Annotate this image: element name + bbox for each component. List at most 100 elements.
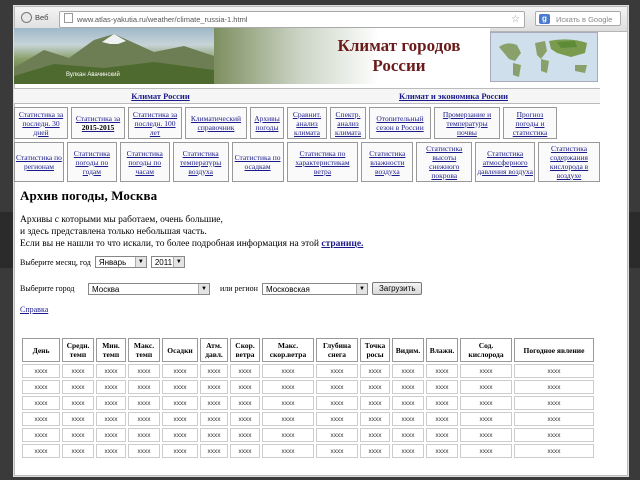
table-cell: xxxx	[162, 380, 198, 394]
column-header: Влажн.	[426, 338, 458, 362]
nav-btn-stat-6[interactable]: Статистика влажности воздуха	[361, 142, 414, 182]
column-header: Макс. темп	[128, 338, 160, 362]
search-box[interactable]: g Искать в Google	[535, 11, 621, 26]
table-cell: xxxx	[162, 412, 198, 426]
tab-climate-economy[interactable]: Климат и экономика России	[307, 89, 600, 103]
nav-btn-top-3[interactable]: Климатический справочник	[185, 107, 247, 139]
table-row: xxxx xxxx xxxx xxxx xxxx xxxx xxxx xxxx xxxx xxxx…	[22, 412, 594, 426]
nav-btn-top-label: Отопительный сезон в России	[376, 114, 424, 132]
table-cell: xxxx	[128, 364, 160, 378]
tab-climate-russia[interactable]: Климат России	[14, 89, 307, 103]
table-cell: xxxx	[162, 364, 198, 378]
nav-btn-top-4[interactable]: Архивы погоды	[250, 107, 284, 139]
table-cell: xxxx	[392, 364, 424, 378]
nav-btn-top-9[interactable]: Прогноз погоды и статистика	[503, 107, 557, 139]
nav-btn-stat-3[interactable]: Статистика температуры воздуха	[172, 142, 229, 182]
nav-btn-top-2[interactable]: Статистика за последн. 100 лет	[128, 107, 182, 139]
table-header-row: День Средн. темп Мин. темп Макс. темп Осадки…	[22, 338, 594, 362]
table-cell: xxxx	[96, 444, 126, 458]
table-cell: xxxx	[96, 412, 126, 426]
help-link[interactable]: Справка	[20, 305, 600, 314]
site-title: Климат городов России	[314, 36, 484, 76]
table-cell: xxxx	[316, 444, 358, 458]
table-cell: xxxx	[360, 444, 390, 458]
table-cell: xxxx	[230, 396, 260, 410]
table-cell: xxxx	[392, 428, 424, 442]
nav-btn-top-label: Статистика за последн. 30 дней	[18, 109, 64, 137]
nav-btn-top-label: Климатический справочник	[190, 114, 242, 132]
table-cell: xxxx	[200, 380, 228, 394]
nav-btn-top-1[interactable]: Статистика за 2015-2015	[71, 107, 125, 139]
table-cell: xxxx	[460, 444, 512, 458]
address-bar[interactable]: www.atlas-yakutia.ru/weather/climate_rus…	[59, 11, 525, 28]
nav-btn-top-5[interactable]: Сравнит. анализ климата	[287, 107, 327, 139]
nav-btn-stat-1[interactable]: Статистика погоды по годам	[66, 142, 117, 182]
nav-btn-stat-label: Статистика погоды по годам	[73, 148, 110, 176]
table-cell: xxxx	[426, 396, 458, 410]
year-value: 2011	[154, 258, 173, 267]
table-cell: xxxx	[22, 364, 60, 378]
google-icon: g	[539, 14, 550, 24]
table-cell: xxxx	[200, 428, 228, 442]
nav-btn-stat-4[interactable]: Статистика по осадкам	[231, 142, 284, 182]
table-cell: xxxx	[360, 396, 390, 410]
nav-btn-top-7[interactable]: Отопительный сезон в России	[369, 107, 431, 139]
table-cell: xxxx	[316, 364, 358, 378]
nav-btn-top-8[interactable]: Промерзание и температуры почвы	[434, 107, 500, 139]
table-cell: xxxx	[62, 380, 94, 394]
nav-btn-top-label: Архивы погоды	[254, 114, 280, 132]
table-cell: xxxx	[426, 380, 458, 394]
region-select[interactable]: Московская ▼	[261, 282, 368, 295]
url-text: www.atlas-yakutia.ru/weather/climate_rus…	[77, 15, 248, 24]
table-cell: xxxx	[162, 428, 198, 442]
nav-btn-stat-label: Статистика по характеристикам ветра	[295, 148, 350, 176]
nav-btn-stat-7[interactable]: Статистика высоты снежного покрова	[416, 142, 473, 182]
table-cell: xxxx	[514, 380, 594, 394]
nav-btn-stat-5[interactable]: Статистика по характеристикам ветра	[286, 142, 359, 182]
table-cell: xxxx	[22, 380, 60, 394]
tab-label: Веб	[35, 13, 49, 22]
table-cell: xxxx	[316, 412, 358, 426]
table-row: xxxx xxxx xxxx xxxx xxxx xxxx xxxx xxxx xxxx xxxx…	[22, 428, 594, 442]
weather-table: День Средн. темп Мин. темп Макс. темп Осадки…	[20, 336, 596, 460]
column-header: Глубина снега	[316, 338, 358, 362]
table-cell: xxxx	[200, 364, 228, 378]
table-cell: xxxx	[426, 412, 458, 426]
details-link[interactable]: странице.	[321, 239, 363, 249]
table-cell: xxxx	[62, 364, 94, 378]
table-cell: xxxx	[262, 428, 314, 442]
chevron-down-icon: ▼	[198, 283, 209, 294]
table-cell: xxxx	[200, 412, 228, 426]
nav-btn-top-0[interactable]: Статистика за последн. 30 дней	[14, 107, 68, 139]
load-button[interactable]: Загрузить	[371, 282, 423, 295]
table-cell: xxxx	[128, 428, 160, 442]
region-label: или регион	[220, 284, 258, 293]
column-header: Макс. скор.ветра	[262, 338, 314, 362]
browser-tab[interactable]: Веб	[21, 12, 48, 23]
table-row: xxxx xxxx xxxx xxxx xxxx xxxx xxxx xxxx xxxx xxxx…	[22, 396, 594, 410]
nav-btn-top-6[interactable]: Спектр. анализ климата	[330, 107, 366, 139]
nav-btn-stat-2[interactable]: Статистика погоды по часам	[119, 142, 170, 182]
city-value: Москва	[92, 284, 120, 294]
table-cell: xxxx	[514, 444, 594, 458]
table-cell: xxxx	[514, 428, 594, 442]
month-select[interactable]: Январь ▼	[94, 256, 147, 268]
nav-btn-stat-0[interactable]: Статистика по регионам	[14, 142, 64, 182]
table-cell: xxxx	[460, 412, 512, 426]
table-cell: xxxx	[96, 428, 126, 442]
column-header: День	[22, 338, 60, 362]
year-select[interactable]: 2011 ▼	[150, 256, 185, 268]
bookmark-star-icon[interactable]: ☆	[511, 12, 520, 27]
column-header: Сод. кислорода	[460, 338, 512, 362]
nav-btn-stat-9[interactable]: Статистика содержания кислорода в воздух…	[538, 142, 600, 182]
nav-btn-stat-label: Статистика погоды по часам	[126, 148, 163, 176]
nav-btn-top-label: Статистика за последн. 100 лет	[132, 109, 178, 137]
table-cell: xxxx	[392, 444, 424, 458]
table-cell: xxxx	[230, 428, 260, 442]
table-cell: xxxx	[360, 412, 390, 426]
table-cell: xxxx	[62, 412, 94, 426]
city-select[interactable]: Москва ▼	[88, 282, 210, 295]
table-cell: xxxx	[162, 444, 198, 458]
chevron-down-icon: ▼	[134, 257, 146, 267]
nav-btn-stat-8[interactable]: Статистика атмосферного давления воздуха	[475, 142, 536, 182]
